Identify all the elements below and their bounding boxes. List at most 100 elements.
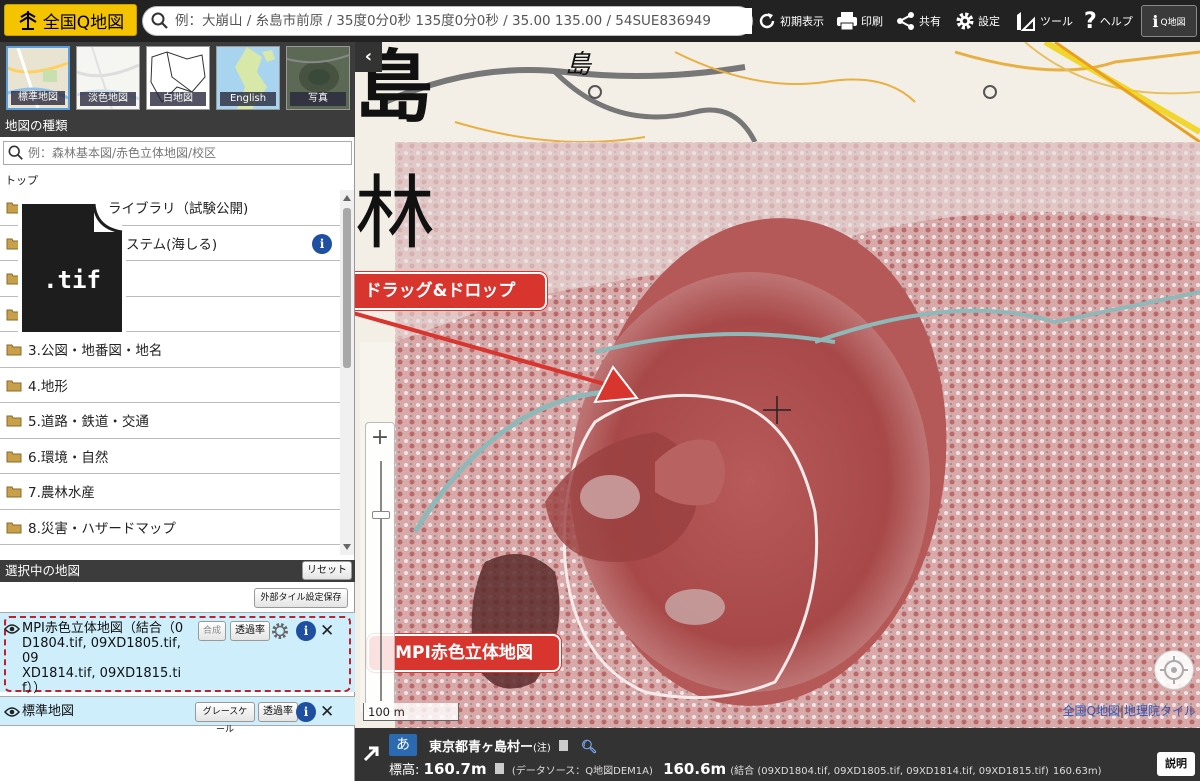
elevation-source: (データソース：Q地図DEM1A) — [511, 766, 653, 777]
place-search-input[interactable] — [169, 8, 752, 34]
share-label: 共有 — [919, 15, 941, 28]
layer-settings-gear-icon[interactable] — [270, 621, 290, 641]
print-button[interactable]: 印刷 — [836, 6, 883, 36]
basemap-label: 標準地図 — [11, 91, 65, 105]
opacity-button[interactable]: 透過率 — [258, 702, 298, 722]
layer-info-icon[interactable]: i — [296, 702, 316, 722]
qchizu-info-button[interactable]: i Q地図 — [1141, 5, 1197, 37]
map-label-shima-small: 島 — [565, 50, 592, 80]
remove-layer-icon[interactable]: ✕ — [320, 702, 334, 722]
share-icon — [897, 12, 914, 30]
copy-elevation-icon[interactable] — [494, 763, 504, 774]
address-note: (注) — [533, 743, 551, 754]
grayscale-button[interactable]: グレースケール — [195, 702, 255, 735]
explain-button[interactable]: 説明 — [1157, 752, 1195, 776]
eye-icon[interactable] — [4, 623, 20, 635]
left-panel: 標準地図 淡色地図 白地図 English 写真 地図の種類 例：森林基本図/赤… — [0, 42, 355, 781]
attribution-link-qchizu[interactable]: 全国Q地図 — [1062, 704, 1119, 718]
print-label: 印刷 — [861, 15, 883, 28]
address-value: 東京都青ヶ島村ー — [429, 740, 534, 755]
search-icon[interactable] — [8, 145, 24, 161]
save-external-tile-button[interactable]: 外部タイル設定保存 — [254, 588, 348, 608]
eye-icon[interactable] — [4, 706, 20, 718]
app-logo-button[interactable]: 全国Q地図 — [4, 4, 137, 36]
opacity-button[interactable]: 透過率 — [230, 621, 270, 641]
scroll-up-icon[interactable] — [343, 195, 351, 201]
folder-icon — [6, 380, 22, 392]
share-button[interactable]: 共有 — [896, 6, 941, 36]
current-location-button[interactable] — [1154, 650, 1194, 690]
elevation-readout: 標高: 160.7m (データソース：Q地図DEM1A) 160.6m (結合 … — [389, 759, 1102, 778]
kana-toggle-button[interactable]: あ — [389, 734, 417, 756]
selected-maps-title: 選択中の地図 — [5, 563, 81, 578]
folder-item[interactable]: 6.環境・自然 — [0, 438, 340, 474]
folder-item[interactable]: 4.地形 — [0, 367, 340, 403]
scroll-down-icon[interactable] — [343, 544, 351, 550]
folder-icon — [6, 486, 22, 498]
elevation-value-2: 160.6m — [663, 760, 727, 778]
combined-elevation: 160.63m) — [1052, 766, 1102, 777]
map-type-search-box — [3, 141, 352, 165]
layer-row-standard: 標準地図 グレースケール 透過率 i ✕ — [0, 696, 355, 735]
folder-item[interactable]: 8.災害・ハザードマップ — [0, 509, 340, 545]
map-type-search-input[interactable] — [24, 145, 351, 161]
info-icon[interactable]: i — [312, 233, 332, 254]
tif-file-drag-icon: .tif — [16, 198, 128, 338]
help-label: ヘルプ — [1099, 15, 1133, 28]
combined-source: (結合 (09XD1804.tif, 09XD1805.tif, 09XD181… — [730, 766, 1049, 777]
map-attribution: 全国Q地図|地理院タイル — [1062, 702, 1196, 719]
scroll-thumb[interactable] — [343, 208, 351, 368]
folder-icon — [6, 344, 22, 356]
attribution-link-gsi[interactable]: 地理院タイル — [1124, 704, 1196, 718]
expand-arrow-icon[interactable] — [361, 742, 383, 764]
zoom-slider-handle[interactable] — [372, 511, 390, 519]
folder-list-scrollbar[interactable] — [340, 190, 354, 555]
folder-item[interactable]: 5.道路・鉄道・交通 — [0, 403, 340, 439]
qchizu-label: Q地図 — [1160, 17, 1186, 28]
basemap-label: 写真 — [290, 92, 346, 106]
zoom-control: + — [365, 422, 395, 712]
question-icon: ? — [1084, 8, 1097, 34]
folder-item[interactable]: 7.農林水産 — [0, 474, 340, 510]
layer-info-icon[interactable]: i — [296, 621, 316, 641]
basemap-thumb-blank[interactable]: 白地図 — [146, 46, 210, 110]
map-canvas[interactable]: 島 林 島 ‹ ドラッグ&ドロップ MPI赤色立体地図 + 100 m 全国Q地… — [355, 42, 1200, 728]
basemap-thumb-standard[interactable]: 標準地図 — [6, 46, 70, 110]
status-bar: あ 東京都青ヶ島村ー(注) 🔍︎ 標高: 160.7m (データソース：Q地図D… — [355, 728, 1200, 781]
copy-address-icon[interactable] — [559, 740, 569, 751]
breadcrumb[interactable]: トップ — [5, 172, 38, 188]
folder-label: 3.公図・地番図・地名 — [28, 343, 163, 360]
search-icon[interactable] — [151, 12, 169, 30]
refresh-icon — [759, 13, 775, 29]
zoom-in-button[interactable]: + — [366, 423, 394, 453]
printer-icon — [837, 12, 857, 31]
tools-button[interactable]: ツール — [1015, 6, 1073, 36]
basemap-thumb-pale[interactable]: 淡色地図 — [76, 46, 140, 110]
ruler-tool-icon — [1017, 12, 1035, 31]
elevation-label: 標高: — [389, 763, 420, 778]
zoom-slider-track[interactable] — [380, 461, 382, 701]
basemap-thumb-photo[interactable]: 写真 — [286, 46, 350, 110]
collapse-panel-button[interactable]: ‹ — [355, 42, 382, 72]
remove-layer-icon[interactable]: ✕ — [320, 621, 334, 641]
basemap-label: English — [220, 92, 276, 106]
drag-drop-callout: ドラッグ&ドロップ — [355, 272, 547, 310]
scale-bar: 100 m — [363, 703, 459, 721]
help-button[interactable]: ? ヘルプ — [1084, 6, 1133, 36]
reset-layers-button[interactable]: リセット — [302, 561, 352, 580]
folder-label: 5.道路・鉄道・交通 — [28, 414, 149, 431]
file-extension-label: .tif — [43, 266, 101, 294]
basemap-thumbnails: 標準地図 淡色地図 白地図 English 写真 — [0, 42, 355, 115]
info-i-icon: i — [1152, 11, 1159, 31]
settings-label: 設定 — [978, 15, 1000, 28]
app-title: 全国Q地図 — [42, 12, 125, 33]
settings-button[interactable]: 設定 — [955, 6, 1000, 36]
folder-icon — [6, 522, 22, 534]
magnifier-icon[interactable]: 🔍︎ — [581, 740, 598, 755]
basemap-thumb-english[interactable]: English — [216, 46, 280, 110]
folder-icon — [6, 451, 22, 463]
reset-view-button[interactable]: 初期表示 — [757, 6, 824, 36]
layer-name-callout: MPI赤色立体地図 — [367, 634, 561, 672]
locate-crosshair-icon — [1160, 656, 1188, 684]
composite-button[interactable]: 合成 — [198, 621, 227, 641]
